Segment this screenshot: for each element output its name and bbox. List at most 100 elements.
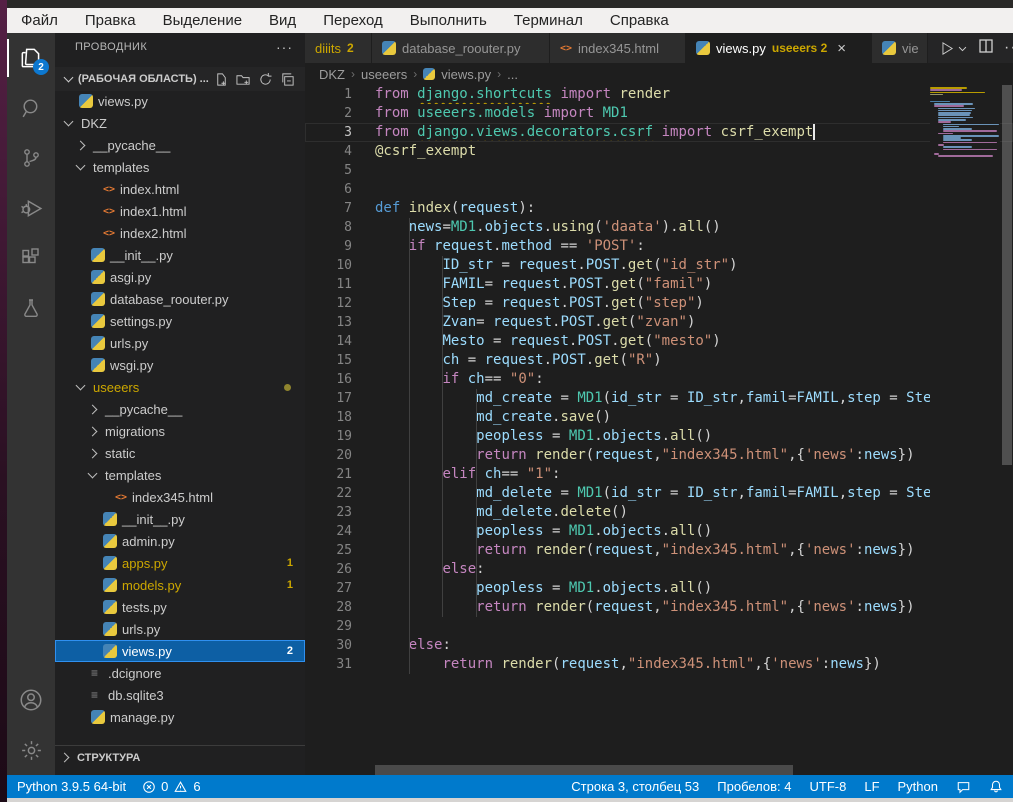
code-line-9[interactable]: 9 if request.method == 'POST': — [305, 237, 1013, 256]
file-tree-item-index.html[interactable]: <>index.html — [55, 178, 305, 200]
workspace-section-header[interactable]: (РАБОЧАЯ ОБЛАСТЬ) ... — [55, 67, 305, 91]
code-line-12[interactable]: 12 Step = request.POST.get("step") — [305, 294, 1013, 313]
code-line-25[interactable]: 25 return render(request,"index345.html"… — [305, 541, 1013, 560]
code-line-1[interactable]: 1from django.shortcuts import render — [305, 85, 1013, 104]
code-line-7[interactable]: 7def index(request): — [305, 199, 1013, 218]
file-tree-item-tests.py[interactable]: tests.py — [55, 596, 305, 618]
line-number[interactable]: 1 — [305, 87, 375, 102]
code-line-20[interactable]: 20 return render(request,"index345.html"… — [305, 446, 1013, 465]
file-tree-item-urls.py[interactable]: urls.py — [55, 618, 305, 640]
encoding-status[interactable]: UTF-8 — [810, 779, 847, 794]
line-number[interactable]: 2 — [305, 106, 375, 121]
explorer-more-actions-icon[interactable]: ··· — [276, 39, 293, 55]
file-tree-item-urls.py[interactable]: urls.py — [55, 332, 305, 354]
code-line-4[interactable]: 4@csrf_exempt — [305, 142, 1013, 161]
line-number[interactable]: 14 — [305, 334, 375, 349]
tab-index345.html[interactable]: <>index345.html — [550, 33, 686, 63]
line-number[interactable]: 9 — [305, 239, 375, 254]
line-number[interactable]: 10 — [305, 258, 375, 273]
code-line-5[interactable]: 5 — [305, 161, 1013, 180]
code-line-22[interactable]: 22 md_delete = MD1(id_str = ID_str,famil… — [305, 484, 1013, 503]
tab-database_roouter.py[interactable]: database_roouter.py — [372, 33, 550, 63]
close-icon[interactable]: × — [837, 40, 846, 57]
line-number[interactable]: 16 — [305, 372, 375, 387]
code-line-14[interactable]: 14 Mesto = request.POST.get("mesto") — [305, 332, 1013, 351]
file-tree-item-asgi.py[interactable]: asgi.py — [55, 266, 305, 288]
code-line-19[interactable]: 19 peopless = MD1.objects.all() — [305, 427, 1013, 446]
code-line-13[interactable]: 13 Zvan= request.POST.get("zvan") — [305, 313, 1013, 332]
editor-more-actions-icon[interactable]: ··· — [1004, 39, 1013, 57]
code-editor[interactable]: 1from django.shortcuts import render2fro… — [305, 85, 1013, 775]
line-number[interactable]: 26 — [305, 562, 375, 577]
line-number[interactable]: 11 — [305, 277, 375, 292]
new-file-icon[interactable] — [211, 70, 231, 88]
file-tree-item-wsgi.py[interactable]: wsgi.py — [55, 354, 305, 376]
menu-item-Выполнить[interactable]: Выполнить — [410, 12, 487, 29]
code-line-3[interactable]: 3from django.views.decorators.csrf impor… — [305, 123, 1013, 142]
line-number[interactable]: 24 — [305, 524, 375, 539]
line-number[interactable]: 20 — [305, 448, 375, 463]
code-line-31[interactable]: 31 return render(request,"index345.html"… — [305, 655, 1013, 674]
line-number[interactable]: 21 — [305, 467, 375, 482]
python-interpreter-status[interactable]: Python 3.9.5 64-bit — [17, 779, 126, 794]
code-line-11[interactable]: 11 FAMIL= request.POST.get("famil") — [305, 275, 1013, 294]
indentation-status[interactable]: Пробелов: 4 — [717, 779, 791, 794]
file-tree-item-settings.py[interactable]: settings.py — [55, 310, 305, 332]
line-number[interactable]: 22 — [305, 486, 375, 501]
file-tree-item-DKZ[interactable]: DKZ — [55, 112, 305, 134]
horizontal-scrollbar[interactable] — [375, 765, 793, 775]
testing-icon[interactable] — [7, 283, 55, 333]
line-number[interactable]: 12 — [305, 296, 375, 311]
line-number[interactable]: 19 — [305, 429, 375, 444]
refresh-icon[interactable] — [255, 70, 275, 88]
code-line-15[interactable]: 15 ch = request.POST.get("R") — [305, 351, 1013, 370]
file-tree-item-db.sqlite3[interactable]: ≡db.sqlite3 — [55, 684, 305, 706]
code-line-8[interactable]: 8 news=MD1.objects.using('daata').all() — [305, 218, 1013, 237]
search-icon[interactable] — [7, 83, 55, 133]
file-tree-item-views.py[interactable]: views.py2 — [55, 640, 305, 662]
menu-item-Терминал[interactable]: Терминал — [514, 12, 583, 29]
menu-item-Вид[interactable]: Вид — [269, 12, 296, 29]
extensions-icon[interactable] — [7, 233, 55, 283]
cursor-position-status[interactable]: Строка 3, столбец 53 — [571, 779, 699, 794]
code-line-30[interactable]: 30 else: — [305, 636, 1013, 655]
code-line-10[interactable]: 10 ID_str = request.POST.get("id_str") — [305, 256, 1013, 275]
code-line-21[interactable]: 21 elif ch== "1": — [305, 465, 1013, 484]
language-mode-status[interactable]: Python — [898, 779, 938, 794]
line-number[interactable]: 27 — [305, 581, 375, 596]
line-number[interactable]: 7 — [305, 201, 375, 216]
run-button[interactable] — [938, 40, 968, 57]
file-tree-item-.dcignore[interactable]: ≡.dcignore — [55, 662, 305, 684]
line-number[interactable]: 31 — [305, 657, 375, 672]
code-line-29[interactable]: 29 — [305, 617, 1013, 636]
menu-item-Выделение[interactable]: Выделение — [163, 12, 242, 29]
file-tree-item-index345.html[interactable]: <>index345.html — [55, 486, 305, 508]
file-tree-item-useeers[interactable]: useeers — [55, 376, 305, 398]
menu-item-Переход[interactable]: Переход — [323, 12, 383, 29]
tab-diiits[interactable]: diiits2 — [305, 33, 372, 63]
file-tree-item-manage.py[interactable]: manage.py — [55, 706, 305, 728]
menu-item-Правка[interactable]: Правка — [85, 12, 136, 29]
file-tree-item-index2.html[interactable]: <>index2.html — [55, 222, 305, 244]
menu-item-Справка[interactable]: Справка — [610, 12, 669, 29]
file-tree-item-templates[interactable]: templates — [55, 464, 305, 486]
code-line-17[interactable]: 17 md_create = MD1(id_str = ID_str,famil… — [305, 389, 1013, 408]
source-control-icon[interactable] — [7, 133, 55, 183]
line-number[interactable]: 5 — [305, 163, 375, 178]
line-number[interactable]: 18 — [305, 410, 375, 425]
breadcrumb-item-useeers[interactable]: useeers — [361, 67, 407, 82]
file-tree-item-__pycache__[interactable]: __pycache__ — [55, 398, 305, 420]
file-tree-item-templates[interactable]: templates — [55, 156, 305, 178]
line-number[interactable]: 6 — [305, 182, 375, 197]
breadcrumb-item-DKZ[interactable]: DKZ — [319, 67, 345, 82]
problems-status[interactable]: 0 6 — [142, 779, 200, 794]
eol-status[interactable]: LF — [864, 779, 879, 794]
code-line-2[interactable]: 2from useeers.models import MD1 — [305, 104, 1013, 123]
line-number[interactable]: 13 — [305, 315, 375, 330]
tab-views.py[interactable]: views.pyuseeers 2× — [686, 33, 872, 63]
explorer-icon[interactable]: 2 — [7, 33, 55, 83]
file-tree-item-__pycache__[interactable]: __pycache__ — [55, 134, 305, 156]
line-number[interactable]: 3 — [305, 125, 375, 140]
code-line-6[interactable]: 6 — [305, 180, 1013, 199]
code-line-16[interactable]: 16 if ch== "0": — [305, 370, 1013, 389]
